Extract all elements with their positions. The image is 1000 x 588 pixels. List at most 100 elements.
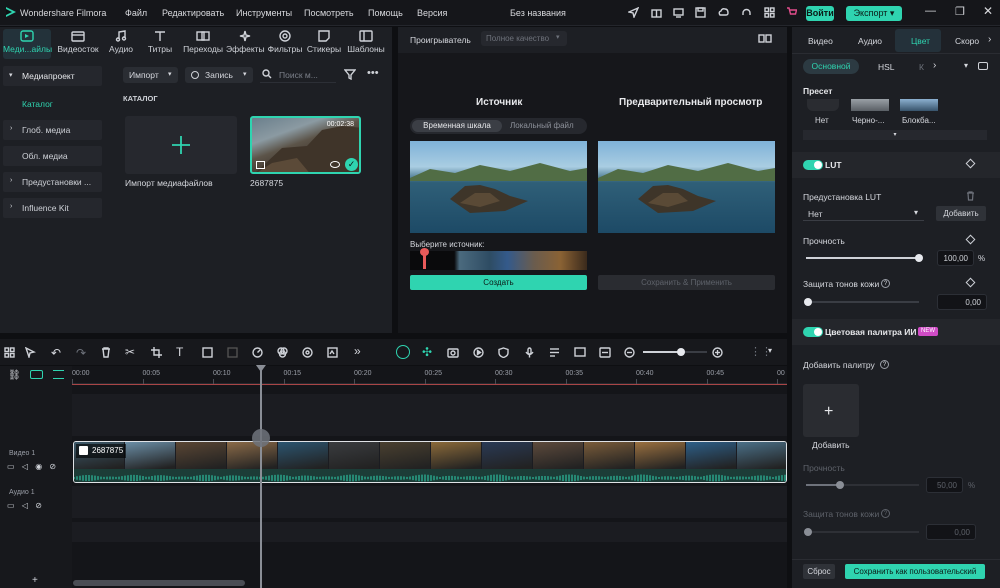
sidebar-item-cloud-media[interactable]: Обл. медиа xyxy=(3,146,102,166)
close-icon[interactable]: ✕ xyxy=(983,4,993,18)
folder-icon[interactable]: ▭ xyxy=(7,462,15,471)
redo-icon[interactable]: ↷ xyxy=(76,346,86,360)
keyframe-diamond-icon[interactable] xyxy=(965,277,976,288)
stabilize-icon[interactable] xyxy=(302,347,313,360)
nav-stickers[interactable]: Стикеры xyxy=(305,30,343,54)
lock-icon[interactable]: ⊘ xyxy=(35,501,42,510)
list-audio-icon[interactable] xyxy=(549,347,560,360)
microphone-icon[interactable] xyxy=(524,347,535,360)
sidebar-item-presets[interactable]: › Предустановки ... xyxy=(3,172,102,192)
preset-expand-bar[interactable]: ▾ xyxy=(803,130,987,140)
skin-slider-track[interactable] xyxy=(806,301,919,303)
lock-icon[interactable]: ⊘ xyxy=(49,462,56,471)
split-scissors-icon[interactable]: ✂ xyxy=(125,345,135,359)
screen-icon[interactable] xyxy=(673,7,684,20)
ai-palette-toggle[interactable] xyxy=(803,327,823,337)
search-box[interactable]: Поиск м... xyxy=(260,67,336,83)
info-icon[interactable]: ? xyxy=(881,279,890,288)
nav-titles[interactable]: Титры xyxy=(143,30,177,54)
gift-icon[interactable] xyxy=(651,7,662,20)
zoom-slider-knob[interactable] xyxy=(677,348,686,356)
record-dropdown[interactable]: Запись ▾ xyxy=(185,67,253,83)
speed-icon[interactable] xyxy=(252,347,263,360)
ai-edit-icon[interactable] xyxy=(327,347,338,360)
select-tool-icon[interactable] xyxy=(24,346,37,360)
video-clip[interactable]: 2687875 xyxy=(73,441,787,483)
undo-icon[interactable]: ↶ xyxy=(51,346,61,360)
trash-icon[interactable] xyxy=(966,191,975,203)
quality-dropdown[interactable]: Полное качество ▾ xyxy=(481,31,567,46)
layout-icon[interactable] xyxy=(758,34,772,45)
import-dropdown[interactable]: Импорт ▾ xyxy=(123,67,178,83)
disabled-tool-icon[interactable] xyxy=(227,347,238,360)
sidebar-item-global-media[interactable]: › Глоб. медиа xyxy=(3,120,102,140)
sidebar-item-influence-kit[interactable]: › Influence Kit xyxy=(3,198,102,218)
crop-icon[interactable] xyxy=(151,347,162,360)
menu-file[interactable]: Файл xyxy=(125,8,147,18)
menu-view[interactable]: Посмотреть xyxy=(304,8,354,18)
auto-ripple-icon[interactable] xyxy=(30,370,43,379)
tab-timeline[interactable]: Временная шкала xyxy=(412,120,502,132)
more-tools-icon[interactable]: » xyxy=(354,344,361,358)
camera-icon[interactable] xyxy=(447,347,459,360)
nav-filters[interactable]: Фильтры xyxy=(266,30,304,54)
tab-local-file[interactable]: Локальный файл xyxy=(510,121,574,130)
lut-add-button[interactable]: Добавить xyxy=(936,206,986,221)
zoom-out-icon[interactable] xyxy=(624,347,635,360)
zoom-slider[interactable] xyxy=(643,348,707,356)
info-icon[interactable]: ? xyxy=(881,509,890,518)
keyframe-diamond-icon[interactable] xyxy=(965,234,976,245)
tab-speed[interactable]: Скоро xyxy=(955,36,979,46)
preset-blockbuster[interactable] xyxy=(900,99,938,111)
maximize-icon[interactable]: ❐ xyxy=(955,5,965,18)
chevron-down-icon[interactable]: ▾ xyxy=(964,61,968,70)
info-icon[interactable]: ? xyxy=(880,360,889,369)
playhead[interactable] xyxy=(251,365,270,588)
menu-tools[interactable]: Инструменты xyxy=(236,8,292,18)
more-options-icon[interactable]: ••• xyxy=(367,67,379,79)
preset-bw[interactable] xyxy=(851,99,889,111)
skin-input[interactable]: 0,00 xyxy=(937,294,987,310)
menu-edit[interactable]: Редактировать xyxy=(162,8,224,18)
time-ruler[interactable]: 00:00 00:05 00:10 00:15 00:20 00:25 00:30 00:35… xyxy=(72,366,787,384)
sidebar-item-catalog[interactable]: Каталог xyxy=(22,99,53,109)
zoom-in-icon[interactable] xyxy=(712,347,723,360)
nav-transitions[interactable]: Переходы xyxy=(181,30,225,54)
skin2-slider-knob[interactable] xyxy=(804,528,812,536)
color-adjust-icon[interactable] xyxy=(277,347,288,360)
ai-face-icon[interactable] xyxy=(396,345,410,359)
send-icon[interactable] xyxy=(626,6,640,20)
tab-color[interactable]: Цвет xyxy=(911,36,930,46)
horizontal-scrollbar[interactable] xyxy=(73,580,245,586)
strength-slider-knob[interactable] xyxy=(915,254,923,262)
lut-select[interactable]: Нет ▾ xyxy=(803,206,924,221)
skin-slider-knob[interactable] xyxy=(804,298,812,306)
save-icon[interactable] xyxy=(695,7,706,20)
snap-icon[interactable]: ✣ xyxy=(422,345,432,359)
play-circle-icon[interactable] xyxy=(473,347,484,360)
subtab-basic[interactable]: Основной xyxy=(803,59,859,74)
save-apply-button[interactable]: Сохранить & Применить xyxy=(598,275,775,290)
grid-apps-icon[interactable] xyxy=(764,7,775,20)
login-button[interactable]: Войти xyxy=(806,6,834,21)
search-input[interactable]: Поиск м... xyxy=(279,70,318,80)
replace-icon[interactable] xyxy=(574,347,586,360)
mask-icon[interactable] xyxy=(202,347,213,360)
shield-icon[interactable] xyxy=(498,347,509,360)
strength-input[interactable]: 100,00 xyxy=(937,250,974,266)
folder-icon[interactable]: ▭ xyxy=(7,501,15,510)
text-tool-icon[interactable]: T xyxy=(176,345,183,359)
sidebar-item-media-project[interactable]: ▾ Медиапроект xyxy=(3,66,102,86)
lut-toggle[interactable] xyxy=(803,160,823,170)
compare-icon[interactable] xyxy=(978,62,988,70)
subtab-curves[interactable]: К xyxy=(919,62,924,72)
save-custom-button[interactable]: Сохранить как пользовательский xyxy=(845,564,985,579)
source-strip[interactable] xyxy=(410,248,587,270)
menu-version[interactable]: Версия xyxy=(417,8,447,18)
fit-icon[interactable] xyxy=(599,347,611,360)
speaker-icon[interactable]: ◁ xyxy=(22,462,28,471)
media-clip-thumbnail[interactable]: 00:02:38 ✓ xyxy=(250,116,361,174)
playhead-clip-handle[interactable] xyxy=(251,429,270,447)
layout-grid-icon[interactable] xyxy=(4,347,15,360)
minimize-icon[interactable]: — xyxy=(925,5,936,17)
